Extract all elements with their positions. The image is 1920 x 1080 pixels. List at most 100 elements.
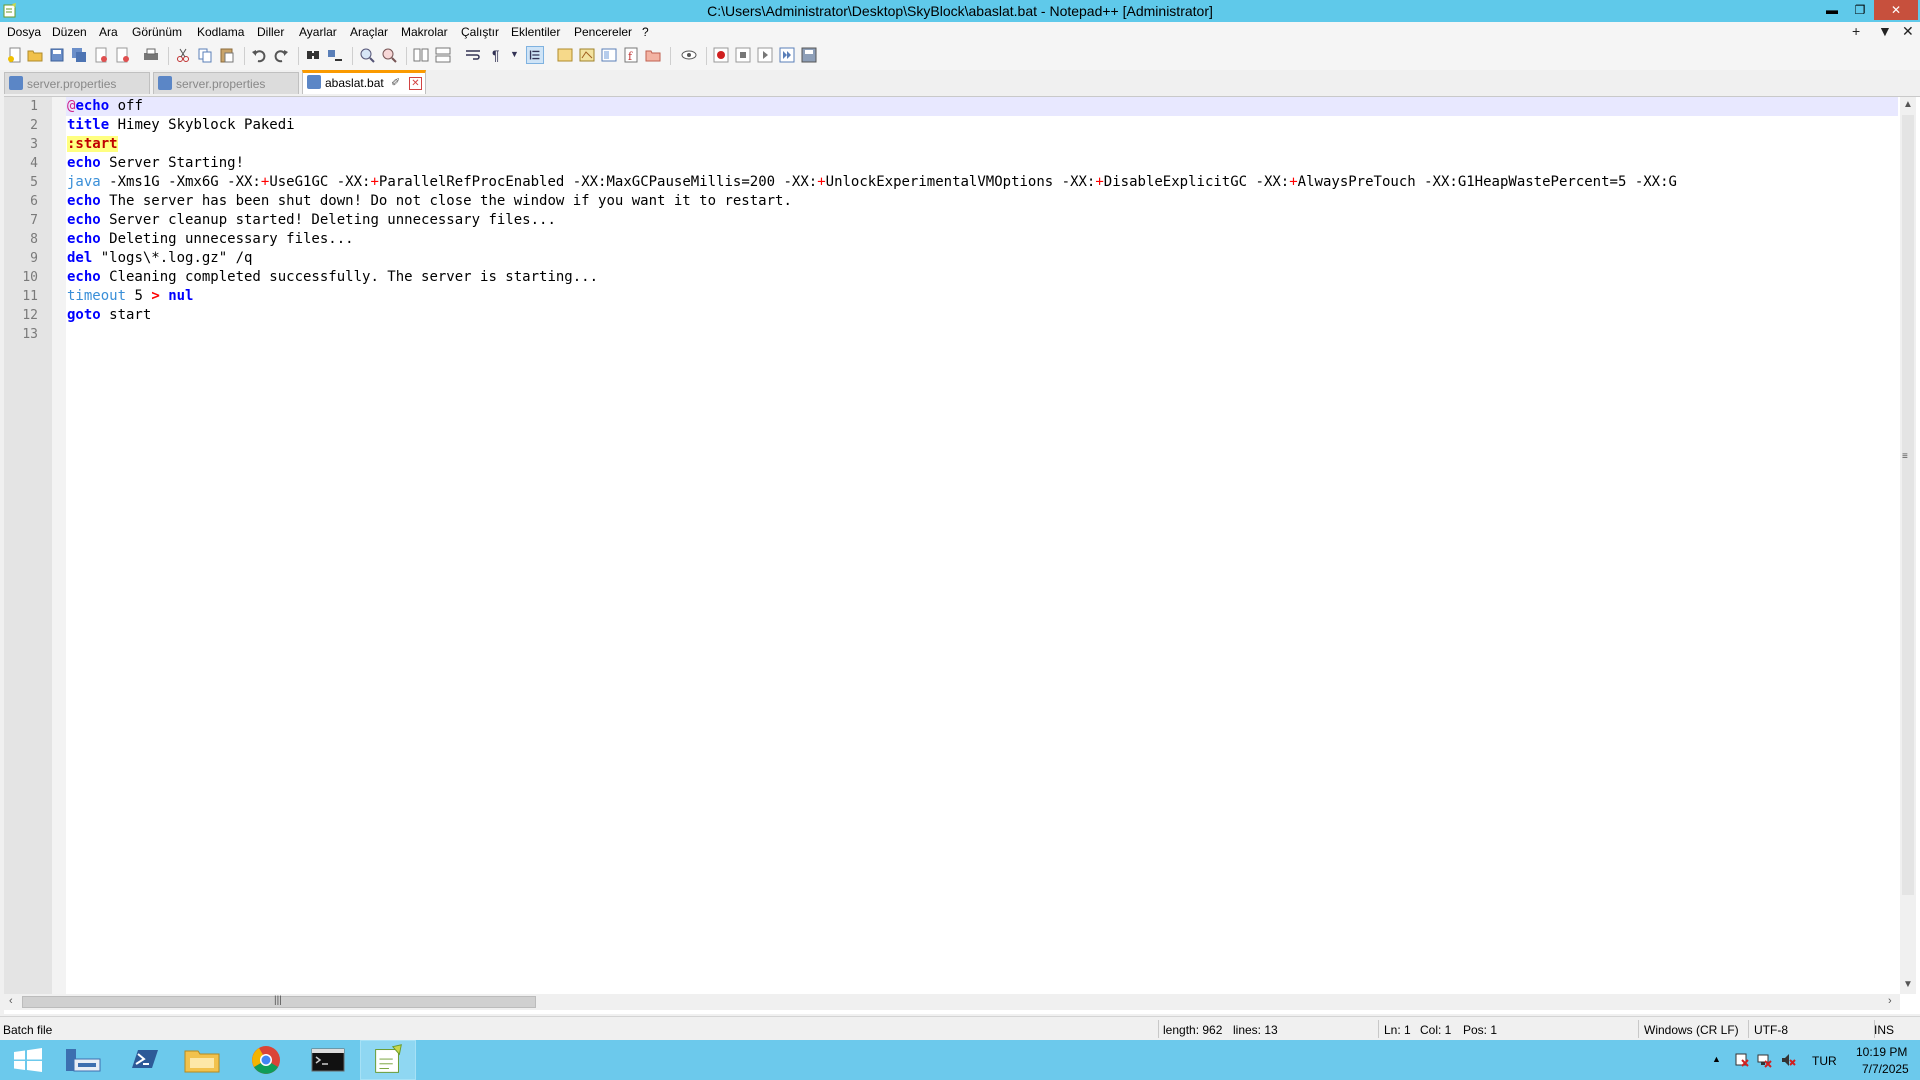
- network-icon[interactable]: [1756, 1052, 1772, 1068]
- save-all-icon[interactable]: [70, 46, 88, 64]
- powershell-icon[interactable]: [116, 1040, 172, 1080]
- zoom-in-icon[interactable]: [358, 46, 376, 64]
- file-explorer-icon[interactable]: [174, 1040, 230, 1080]
- code-line[interactable]: echo Cleaning completed successfully. Th…: [67, 268, 598, 287]
- pin-icon[interactable]: ✐: [391, 76, 400, 89]
- run-macro-multiple-icon[interactable]: [778, 46, 796, 64]
- command-prompt-icon[interactable]: [300, 1040, 356, 1080]
- new-tab-plus-icon[interactable]: +: [1852, 23, 1860, 39]
- menu-eklentiler[interactable]: Eklentiler: [511, 25, 560, 39]
- status-insert-mode[interactable]: INS: [1874, 1023, 1894, 1037]
- monitoring-eye-icon[interactable]: [680, 46, 698, 64]
- tab-server-properties-1[interactable]: server.properties: [4, 72, 150, 94]
- menu-ara[interactable]: Ara: [99, 25, 118, 39]
- code-line[interactable]: echo Server Starting!: [67, 154, 244, 173]
- code-line[interactable]: timeout 5 > nul: [67, 287, 193, 306]
- code-line[interactable]: @echo off: [67, 97, 143, 116]
- close-file-icon[interactable]: [92, 46, 110, 64]
- show-all-characters-icon[interactable]: ¶: [492, 47, 510, 65]
- indent-guide-icon[interactable]: [526, 46, 544, 64]
- code-line[interactable]: title Himey Skyblock Pakedi: [67, 116, 295, 135]
- code-token: The server has been shut down! Do not cl…: [100, 193, 792, 209]
- code-token: timeout: [67, 288, 127, 304]
- tab-label: server.properties: [176, 77, 266, 91]
- tab-abaslat-bat[interactable]: abaslat.bat ✐ ✕: [302, 70, 426, 94]
- restore-button[interactable]: ❐: [1846, 0, 1874, 20]
- notepad-plus-plus-taskbar-icon[interactable]: [360, 1040, 416, 1080]
- clock-time[interactable]: 10:19 PM: [1856, 1045, 1907, 1059]
- redo-icon[interactable]: [272, 46, 290, 64]
- code-line[interactable]: java -Xms1G -Xmx6G -XX:+UseG1GC -XX:+Par…: [67, 173, 1677, 192]
- code-line[interactable]: goto start: [67, 306, 151, 325]
- menu-calistir[interactable]: Çalıştır: [461, 25, 499, 39]
- server-manager-icon[interactable]: [56, 1040, 112, 1080]
- input-language-indicator[interactable]: TUR: [1812, 1054, 1837, 1068]
- menu-kodlama[interactable]: Kodlama: [197, 25, 244, 39]
- status-eol[interactable]: Windows (CR LF): [1644, 1023, 1739, 1037]
- show-hidden-icons-button[interactable]: ▲: [1712, 1054, 1721, 1064]
- windows-start-icon[interactable]: [0, 1040, 56, 1080]
- copy-icon[interactable]: [196, 46, 214, 64]
- find-icon[interactable]: [304, 46, 322, 64]
- menu-gorunum[interactable]: Görünüm: [132, 25, 182, 39]
- play-macro-icon[interactable]: [756, 46, 774, 64]
- code-line[interactable]: echo The server has been shut down! Do n…: [67, 192, 792, 211]
- close-all-icon[interactable]: [114, 46, 132, 64]
- stop-recording-icon[interactable]: [734, 46, 752, 64]
- scroll-left-icon[interactable]: ‹: [9, 995, 13, 1007]
- close-button[interactable]: ✕: [1874, 0, 1918, 20]
- tab-server-properties-2[interactable]: server.properties: [153, 72, 299, 94]
- code-line[interactable]: echo Deleting unnecessary files...: [67, 230, 354, 249]
- code-line[interactable]: del "logs\*.log.gz" /q: [67, 249, 252, 268]
- document-map-icon[interactable]: [578, 46, 596, 64]
- action-center-flag-icon[interactable]: [1734, 1052, 1750, 1068]
- vertical-scrollbar[interactable]: ▲ ≡ ▼: [1900, 97, 1916, 994]
- clock-date[interactable]: 7/7/2025: [1862, 1062, 1909, 1076]
- minimize-button[interactable]: ▬: [1818, 0, 1846, 20]
- menu-araclar[interactable]: Araçlar: [350, 25, 388, 39]
- chrome-icon[interactable]: [238, 1040, 294, 1080]
- toolbar-separator: [406, 47, 407, 65]
- menu-diller[interactable]: Diller: [257, 25, 284, 39]
- sync-horizontal-icon[interactable]: [434, 46, 452, 64]
- document-list-icon[interactable]: [600, 46, 618, 64]
- scroll-down-icon[interactable]: ▼: [1903, 979, 1913, 990]
- editor-area[interactable]: 1 2 3 4 5 6 7 8 9 10 11 12 13 @echo off title Himey S…: [4, 96, 1920, 1014]
- new-file-icon[interactable]: [6, 46, 24, 64]
- vertical-scroll-thumb[interactable]: [1902, 115, 1914, 895]
- code-line[interactable]: echo Server cleanup started! Deleting un…: [67, 211, 556, 230]
- close-document-icon[interactable]: ✕: [1902, 23, 1914, 40]
- user-defined-language-icon[interactable]: [556, 46, 574, 64]
- scroll-right-icon[interactable]: ›: [1888, 995, 1892, 1007]
- save-macro-icon[interactable]: [800, 46, 818, 64]
- function-list-icon[interactable]: f: [622, 46, 640, 64]
- tab-close-icon[interactable]: ✕: [409, 77, 422, 90]
- code-line[interactable]: :start: [67, 135, 118, 154]
- replace-icon[interactable]: [326, 46, 344, 64]
- volume-muted-icon[interactable]: [1780, 1052, 1796, 1068]
- menu-ayarlar[interactable]: Ayarlar: [299, 25, 337, 39]
- menu-makrolar[interactable]: Makrolar: [401, 25, 448, 39]
- status-encoding[interactable]: UTF-8: [1754, 1023, 1788, 1037]
- folder-as-workspace-icon[interactable]: [644, 46, 662, 64]
- horizontal-scrollbar[interactable]: ‹ ||| ›: [4, 994, 1900, 1010]
- undo-icon[interactable]: [250, 46, 268, 64]
- code-token: 5: [126, 288, 152, 304]
- menu-dosya[interactable]: Dosya: [7, 25, 41, 39]
- sync-vertical-icon[interactable]: [412, 46, 430, 64]
- zoom-out-icon[interactable]: [380, 46, 398, 64]
- scroll-up-icon[interactable]: ▲: [1903, 99, 1913, 110]
- tab-list-dropdown-icon[interactable]: ▼: [1878, 23, 1892, 39]
- open-file-icon[interactable]: [26, 46, 44, 64]
- scroll-grip-icon: |||: [274, 995, 282, 1006]
- word-wrap-icon[interactable]: [464, 46, 482, 64]
- menu-help[interactable]: ?: [642, 25, 649, 39]
- record-macro-icon[interactable]: [712, 46, 730, 64]
- save-icon[interactable]: [48, 46, 66, 64]
- menu-pencereler[interactable]: Pencereler: [574, 25, 632, 39]
- menu-duzen[interactable]: Düzen: [52, 25, 87, 39]
- code-token: Himey Skyblock Pakedi: [109, 117, 295, 133]
- paste-icon[interactable]: [218, 46, 236, 64]
- cut-icon[interactable]: [174, 46, 192, 64]
- print-icon[interactable]: [142, 46, 160, 64]
